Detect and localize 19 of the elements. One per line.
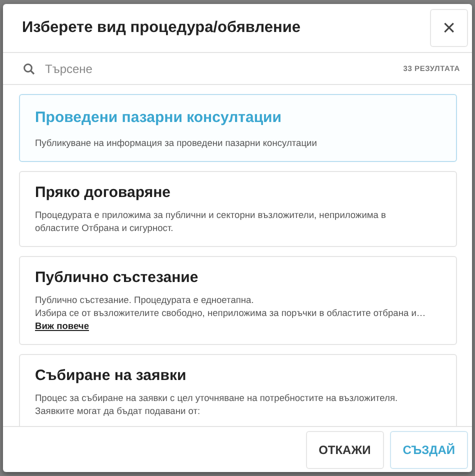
procedure-description: Процедурата е приложима за публични и секторни възложители, неприложима в областите Отбрана и сигурност.: [35, 209, 387, 235]
procedure-card[interactable]: Проведени пазарни консултации Публикуване на информация за проведени пазарни консултации: [19, 94, 457, 162]
procedure-description: Заявките могат да бъдат подавани от:: [35, 405, 200, 418]
procedure-description: Процес за събиране на заявки с цел уточняване на потребностите на възложителя.: [35, 392, 398, 405]
procedure-card[interactable]: Събиране на заявки Процес за събиране на заявки с цел уточняване на потребностите на възложителя. Заявките могат да бъдат подавани от:: [19, 354, 457, 426]
procedure-title: Публично състезание: [35, 269, 200, 287]
procedure-title: Пряко договаряне: [35, 184, 172, 202]
procedure-description: Публично състезание. Процедурата е едноетапна.: [35, 294, 254, 307]
procedure-description: Избира се от възложителите свободно, неприложима за поръчки в областите отбрана и…: [35, 307, 426, 320]
close-button[interactable]: ×: [430, 9, 468, 47]
search-icon: [23, 62, 35, 74]
procedure-card[interactable]: Публично състезание Публично състезание. Процедурата е едноетапна. Избира се от възложителите свободно, неприложима за поръчки в областите отбрана и… Виж повече: [19, 256, 457, 345]
procedure-title: Събиране на заявки: [35, 367, 188, 385]
procedure-description: Публикуване на информация за проведени пазарни консултации: [35, 137, 317, 150]
procedure-title: Проведени пазарни консултации: [35, 109, 282, 127]
cancel-button[interactable]: ОТКАЖИ: [306, 430, 384, 468]
procedure-card[interactable]: Пряко договаряне Процедурата е приложима за публични и секторни възложители, неприложима в областите Отбрана и сигурност.: [19, 171, 457, 247]
see-more-link[interactable]: Виж повече: [35, 320, 89, 333]
dialog-title: Изберете вид процедура/обявление: [22, 19, 301, 37]
